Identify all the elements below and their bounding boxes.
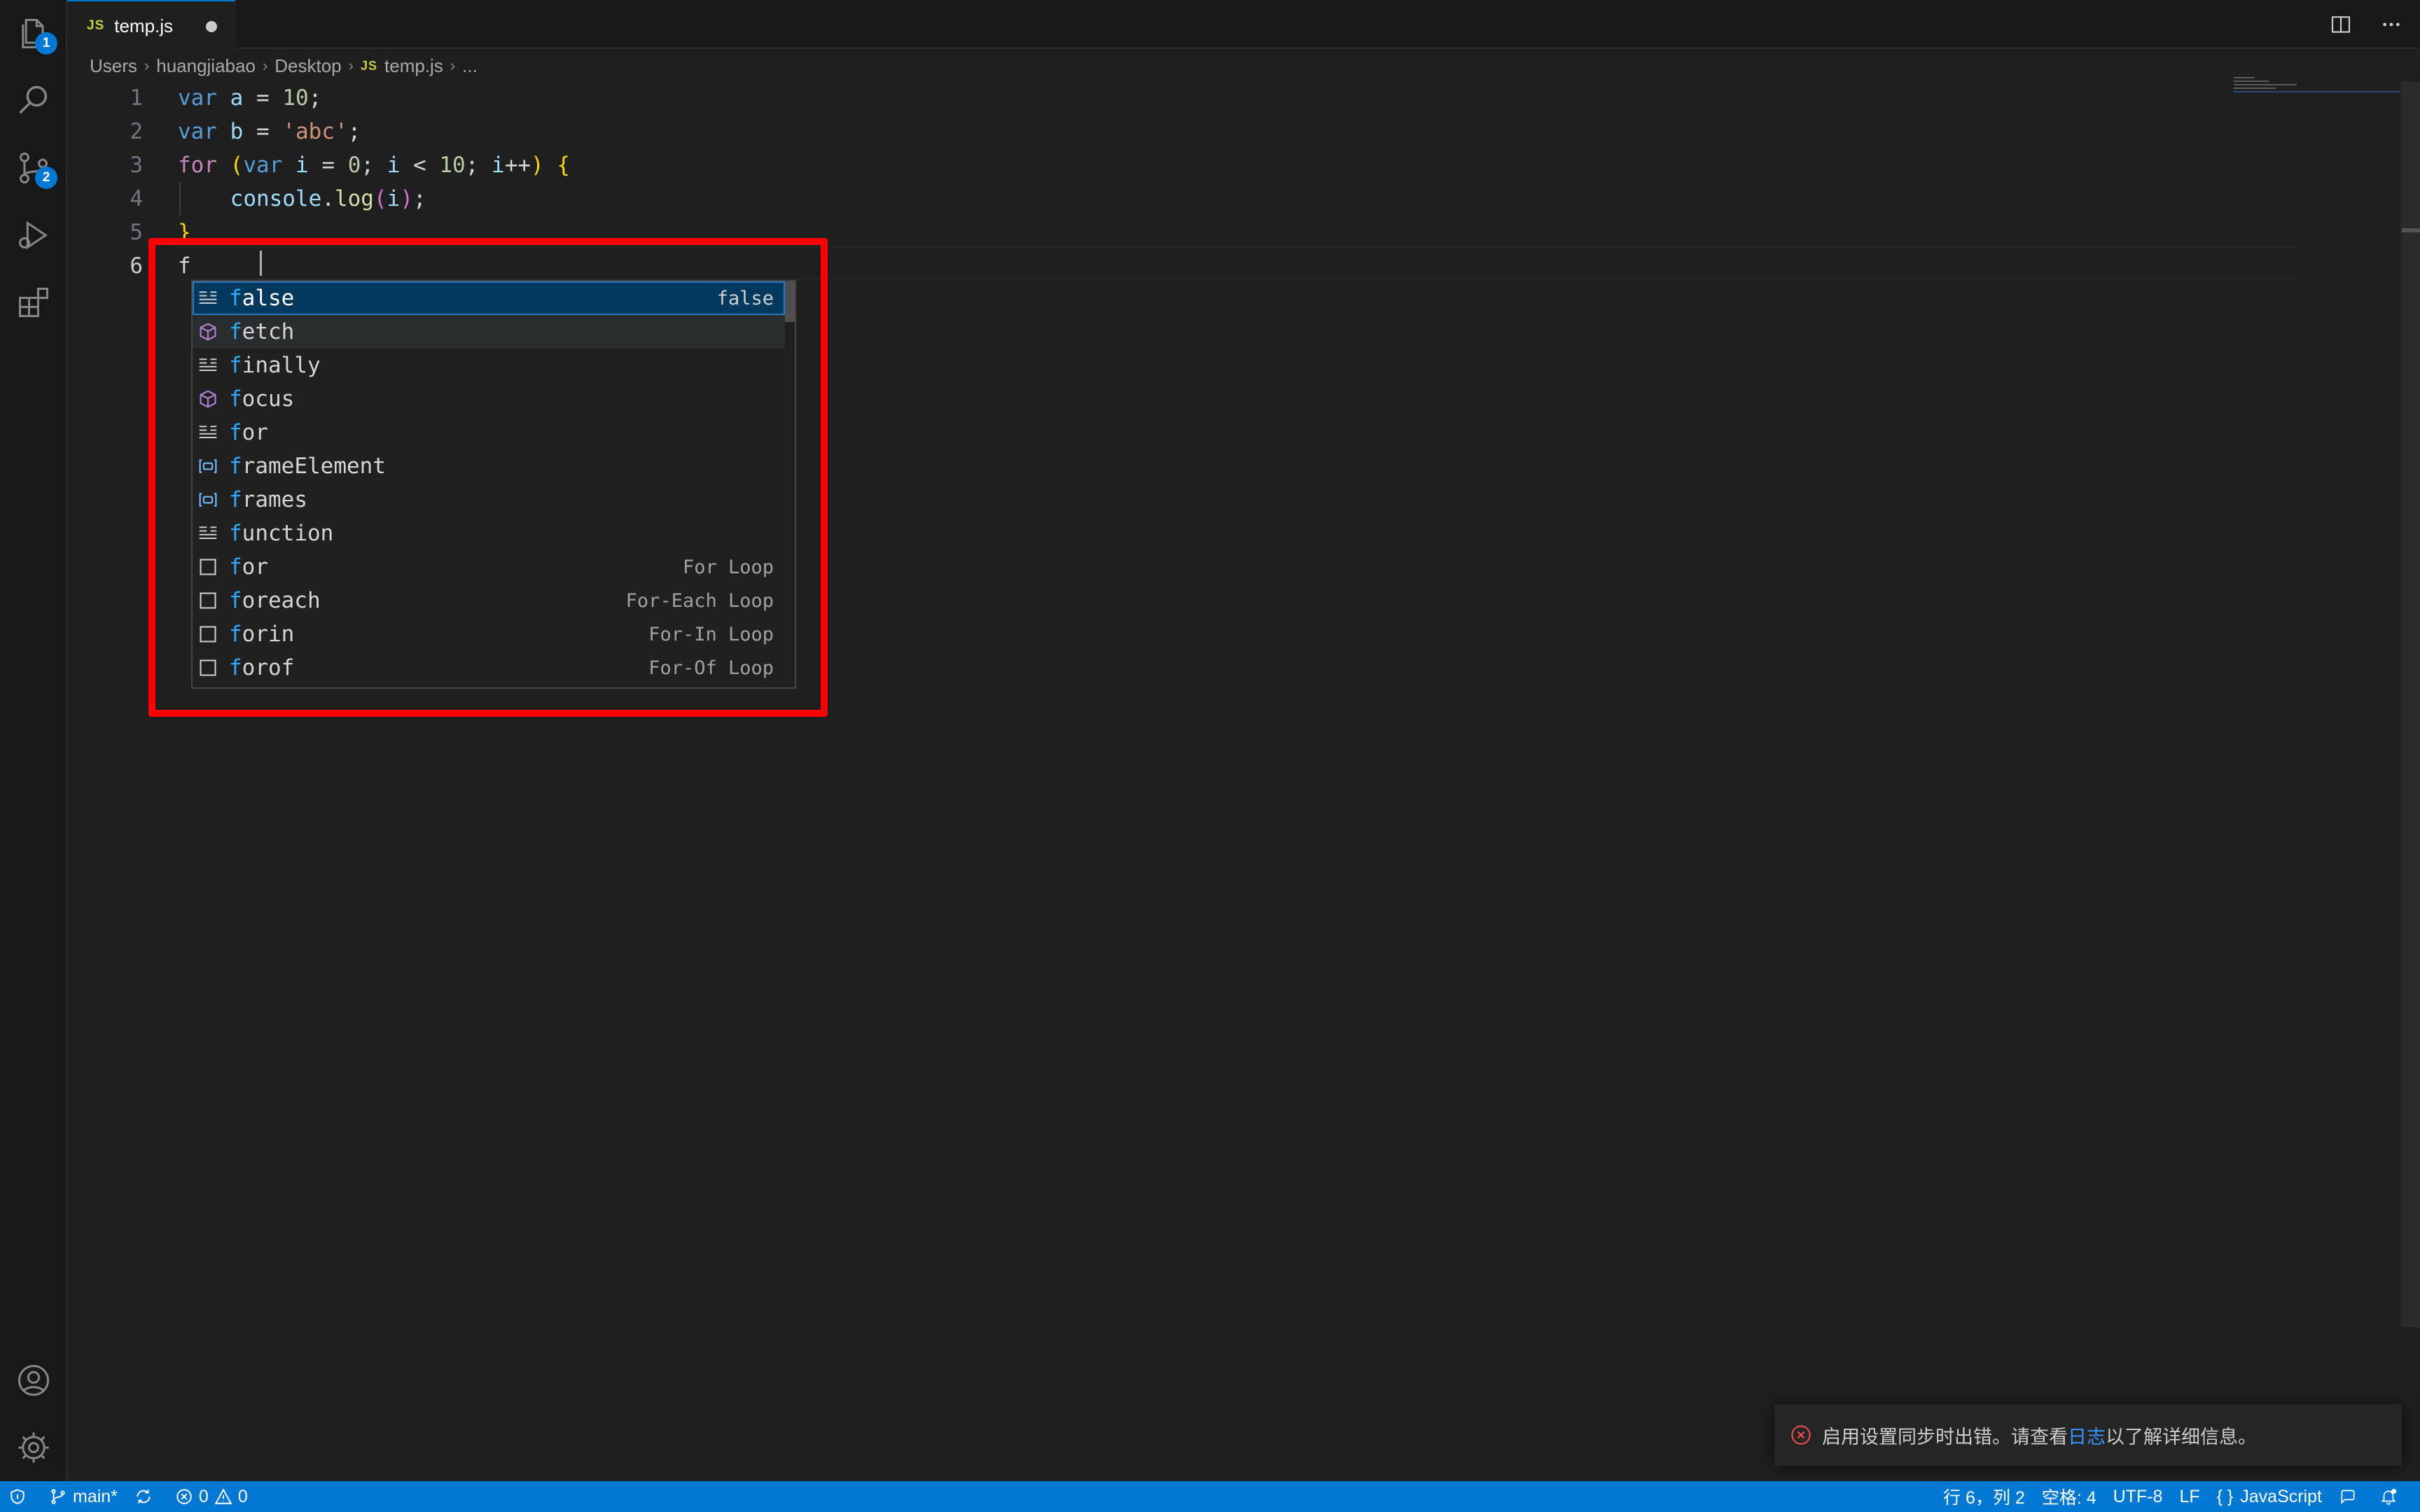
warning-count: 0 [237, 1486, 248, 1506]
js-file-icon: JS [360, 58, 378, 73]
scrollbar-thumb[interactable] [2402, 228, 2420, 232]
source-control-icon[interactable]: 2 [0, 134, 67, 202]
notification-text-suffix: 以了解详细信息。 [2106, 1426, 2257, 1448]
more-actions-icon[interactable] [2377, 10, 2406, 39]
breadcrumb-item[interactable]: Users [90, 55, 137, 77]
code-text: for (var i = 0; i < 10; i++) { [178, 153, 571, 178]
js-file-icon: JS [87, 18, 105, 33]
chevron-right-icon: › [450, 57, 456, 74]
breadcrumb-item[interactable]: Desktop [274, 55, 341, 77]
account-icon[interactable] [0, 1347, 67, 1414]
run-debug-icon[interactable] [0, 202, 67, 269]
activity-bar: 1 2 [0, 0, 67, 1481]
eol-setting[interactable]: LF [2171, 1481, 2208, 1512]
chevron-right-icon: › [348, 57, 354, 74]
breadcrumb-item[interactable]: ... [462, 55, 478, 77]
status-bar: main* 0 0 行 6，列 2 空格: 4 UTF-8 LF { } Jav… [0, 1481, 2420, 1512]
breadcrumb-item[interactable]: temp.js [384, 55, 443, 77]
breadcrumb: Users › huangjiabao › Desktop › JS temp.… [90, 52, 478, 80]
vertical-scrollbar[interactable] [2400, 81, 2420, 1327]
indentation-setting[interactable]: 空格: 4 [2033, 1481, 2105, 1512]
remote-indicator-icon[interactable] [0, 1481, 41, 1512]
error-icon [1791, 1425, 1811, 1445]
warning-icon [214, 1488, 232, 1504]
source-control-badge: 2 [35, 167, 57, 189]
line-number: 5 [130, 220, 143, 245]
annotation-highlight-box [148, 238, 828, 717]
line-number: 4 [130, 186, 143, 211]
split-editor-icon[interactable] [2326, 10, 2356, 39]
notification-log-link[interactable]: 日志 [2068, 1422, 2106, 1449]
code-text: var a = 10; [178, 85, 322, 111]
branch-status[interactable]: main* [41, 1481, 126, 1512]
error-circle-icon [176, 1489, 192, 1504]
problems-status[interactable]: 0 0 [167, 1481, 256, 1512]
line-number: 3 [130, 153, 143, 178]
extensions-icon[interactable] [0, 269, 67, 336]
language-mode[interactable]: { } JavaScript [2209, 1481, 2330, 1512]
explorer-icon[interactable]: 1 [0, 0, 67, 67]
code-text: var b = 'abc'; [178, 119, 361, 144]
line-number: 2 [130, 119, 143, 144]
encoding-setting[interactable]: UTF-8 [2105, 1481, 2171, 1512]
code-line[interactable]: 4 console.log(i); [67, 182, 2238, 216]
notification-text: 启用设置同步时出错。请查看 [1822, 1426, 2068, 1448]
breadcrumb-item[interactable]: huangjiabao [156, 55, 256, 77]
language-braces-icon: { } [2216, 1486, 2234, 1506]
tab-temp-js[interactable]: JS temp.js [67, 0, 235, 50]
tab-bar: JS temp.js [67, 0, 2420, 50]
line-number: 6 [130, 253, 143, 279]
chevron-right-icon: › [262, 57, 268, 74]
notification-toast[interactable]: 启用设置同步时出错。请查看 日志 以了解详细信息。 [1774, 1404, 2402, 1466]
line-number: 1 [130, 85, 143, 111]
code-text: console.log(i); [230, 186, 426, 211]
unsaved-dot-icon[interactable] [206, 21, 217, 32]
language-label: JavaScript [2240, 1486, 2322, 1506]
code-line[interactable]: 2 var b = 'abc'; [67, 115, 2238, 148]
explorer-badge: 1 [35, 32, 57, 55]
minimap[interactable] [2234, 77, 2402, 98]
git-branch-icon [51, 1489, 65, 1504]
code-line[interactable]: 3 for (var i = 0; i < 10; i++) { [67, 148, 2238, 182]
sync-icon [137, 1490, 151, 1504]
notifications-bell-icon[interactable] [2371, 1481, 2412, 1512]
branch-name: main* [73, 1486, 118, 1506]
code-line[interactable]: 1 var a = 10; [67, 81, 2238, 115]
cursor-position[interactable]: 行 6，列 2 [1935, 1481, 2033, 1512]
tab-label: temp.js [114, 15, 174, 36]
search-icon[interactable] [0, 67, 67, 134]
feedback-icon[interactable] [2330, 1481, 2371, 1512]
settings-gear-icon[interactable] [0, 1414, 67, 1481]
sync-button[interactable] [126, 1481, 167, 1512]
chevron-right-icon: › [144, 57, 150, 74]
error-count: 0 [198, 1486, 209, 1506]
editor-actions [2326, 10, 2406, 39]
